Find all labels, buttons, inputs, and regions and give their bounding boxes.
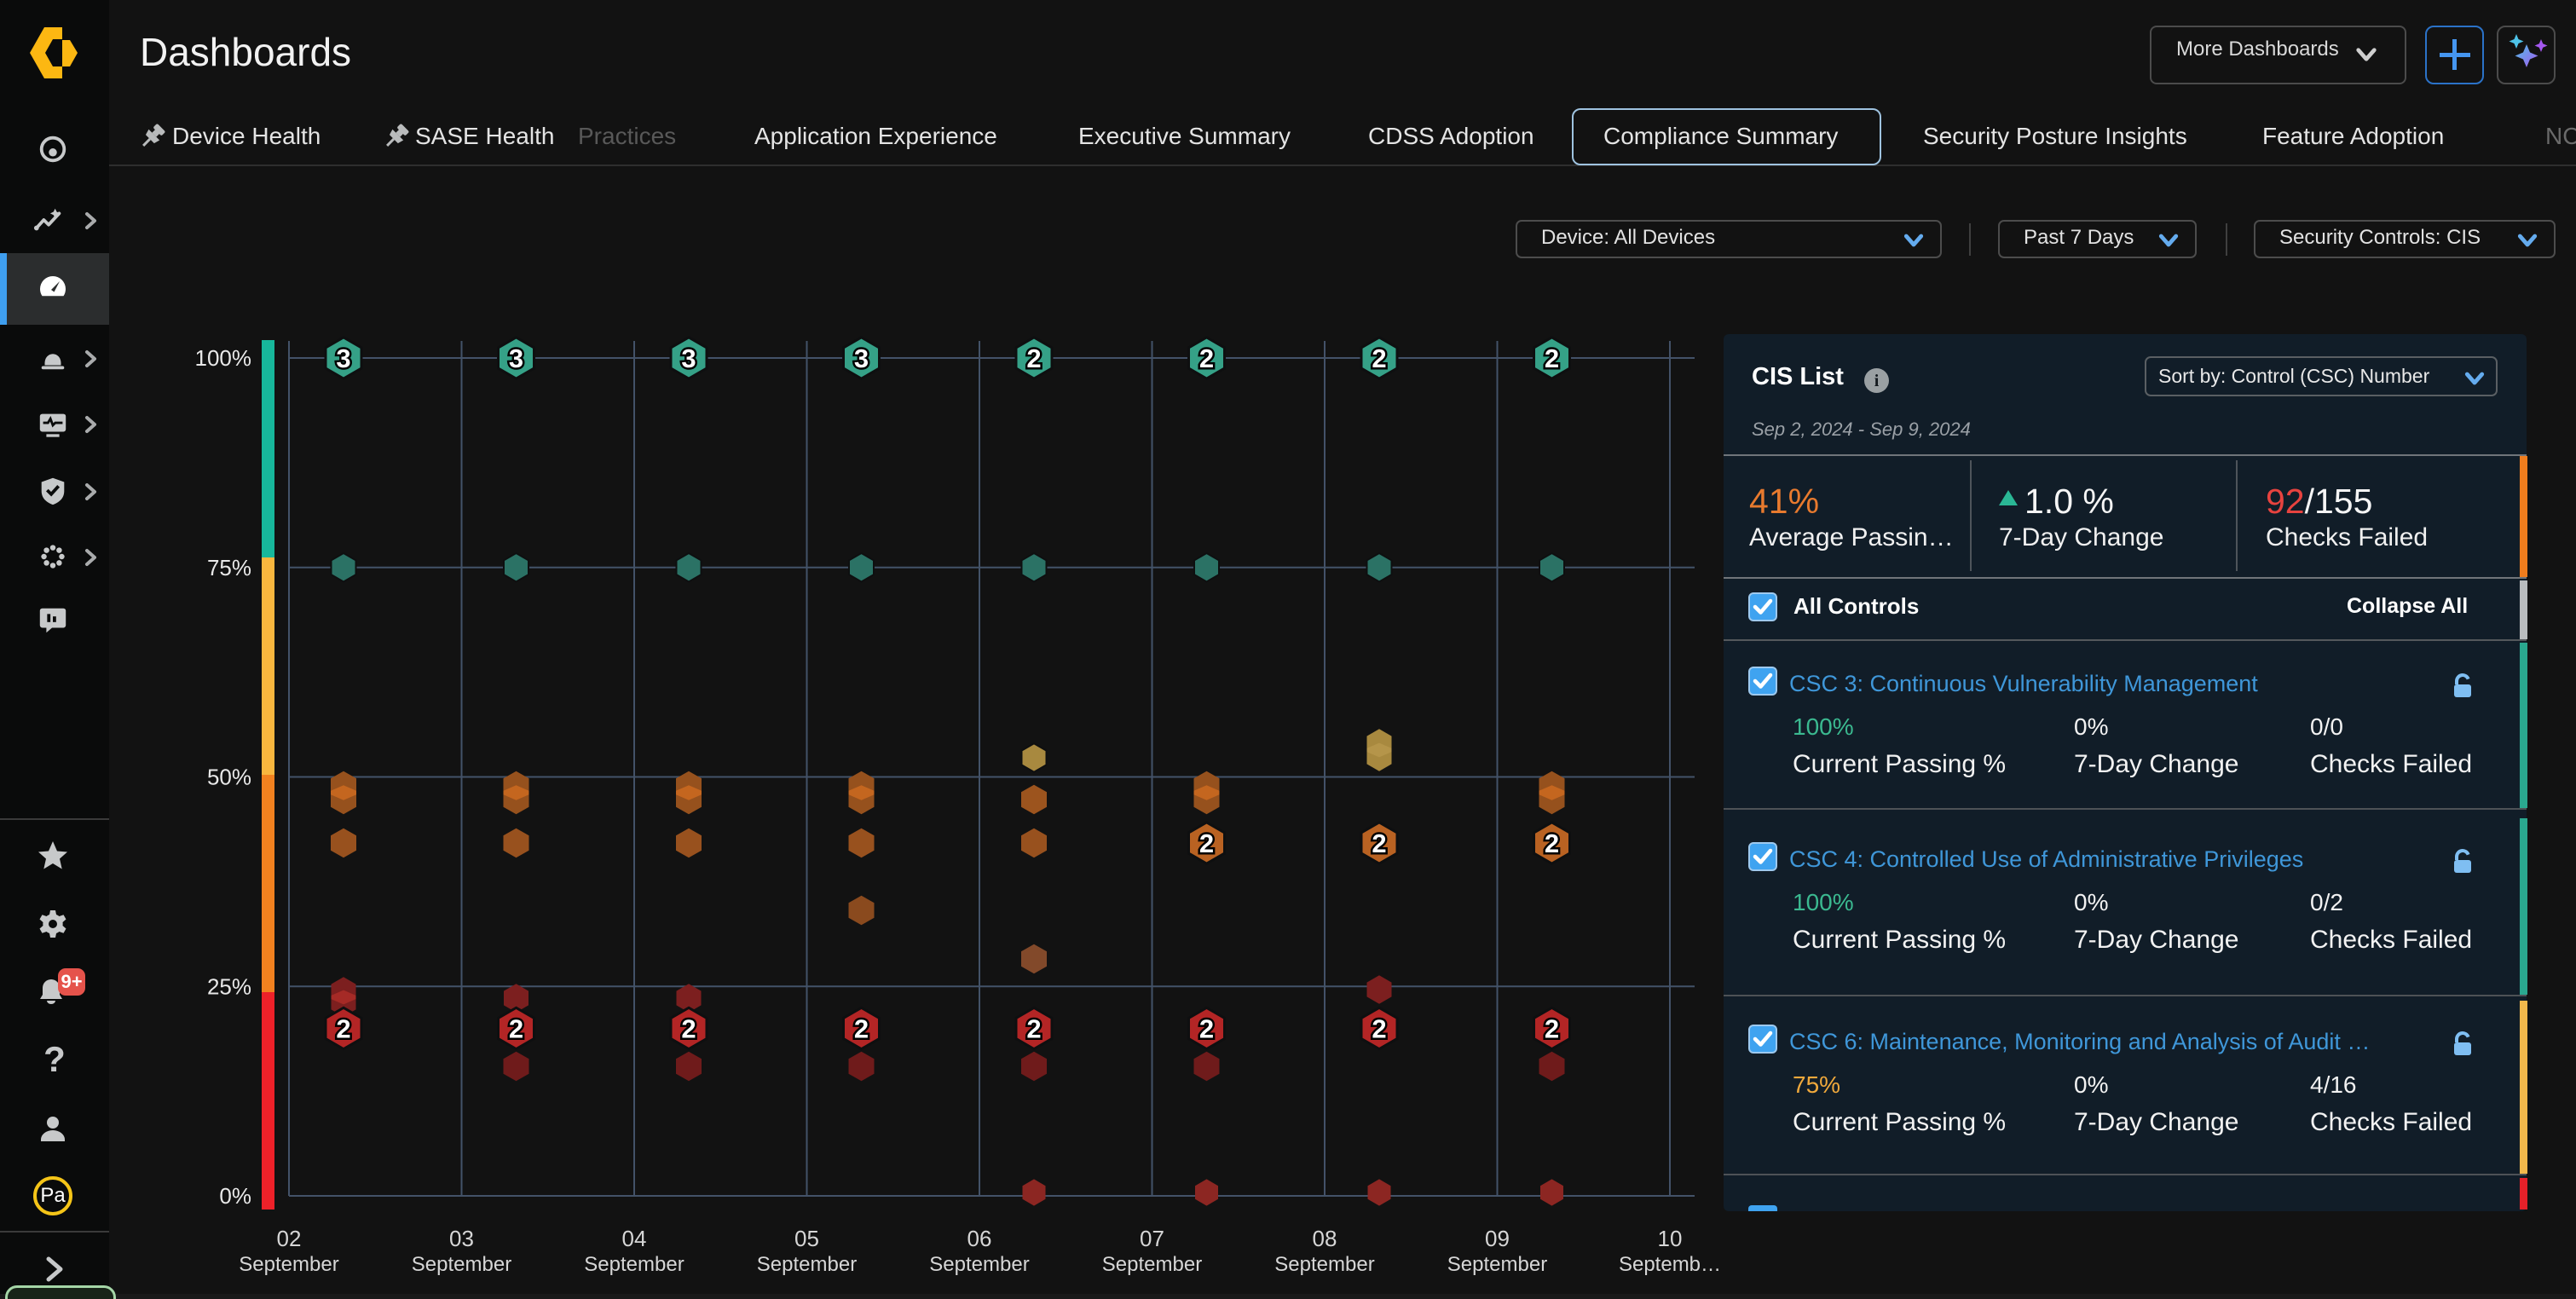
svg-text:2: 2: [1199, 828, 1214, 858]
svg-text:September: September: [584, 1253, 684, 1276]
svg-text:3: 3: [509, 344, 523, 373]
svg-text:2: 2: [1026, 1014, 1041, 1044]
svg-text:2: 2: [509, 1014, 523, 1044]
svg-text:10: 10: [1658, 1226, 1683, 1251]
svg-text:2: 2: [1026, 344, 1041, 373]
svg-text:06: 06: [967, 1226, 992, 1251]
svg-text:September: September: [1274, 1253, 1374, 1276]
svg-text:2: 2: [1372, 828, 1386, 858]
svg-text:September: September: [239, 1253, 338, 1276]
svg-text:September: September: [1447, 1253, 1547, 1276]
svg-text:100%: 100%: [195, 345, 252, 371]
svg-text:2: 2: [1199, 344, 1214, 373]
svg-text:2: 2: [681, 1014, 696, 1044]
svg-text:03: 03: [449, 1226, 474, 1251]
svg-text:02: 02: [277, 1226, 302, 1251]
svg-text:September: September: [412, 1253, 511, 1276]
svg-text:September: September: [1102, 1253, 1202, 1276]
svg-text:08: 08: [1313, 1226, 1337, 1251]
svg-text:3: 3: [336, 344, 350, 373]
svg-text:07: 07: [1140, 1226, 1164, 1251]
svg-text:2: 2: [1545, 344, 1559, 373]
svg-text:25%: 25%: [207, 973, 251, 999]
svg-text:2: 2: [336, 1014, 350, 1044]
svg-text:3: 3: [681, 344, 696, 373]
svg-text:50%: 50%: [207, 765, 251, 790]
svg-text:04: 04: [622, 1226, 647, 1251]
svg-text:2: 2: [1372, 344, 1386, 373]
svg-text:2: 2: [1372, 1014, 1386, 1044]
svg-text:09: 09: [1485, 1226, 1510, 1251]
svg-text:September: September: [929, 1253, 1029, 1276]
svg-text:3: 3: [854, 344, 869, 373]
svg-text:September: September: [757, 1253, 857, 1276]
svg-text:0%: 0%: [219, 1183, 251, 1209]
svg-text:Septemb…: Septemb…: [1619, 1253, 1721, 1276]
svg-text:2: 2: [1199, 1014, 1214, 1044]
svg-text:2: 2: [854, 1014, 869, 1044]
svg-text:2: 2: [1545, 828, 1559, 858]
svg-text:75%: 75%: [207, 555, 251, 580]
svg-text:05: 05: [794, 1226, 819, 1251]
svg-text:2: 2: [1545, 1014, 1559, 1044]
